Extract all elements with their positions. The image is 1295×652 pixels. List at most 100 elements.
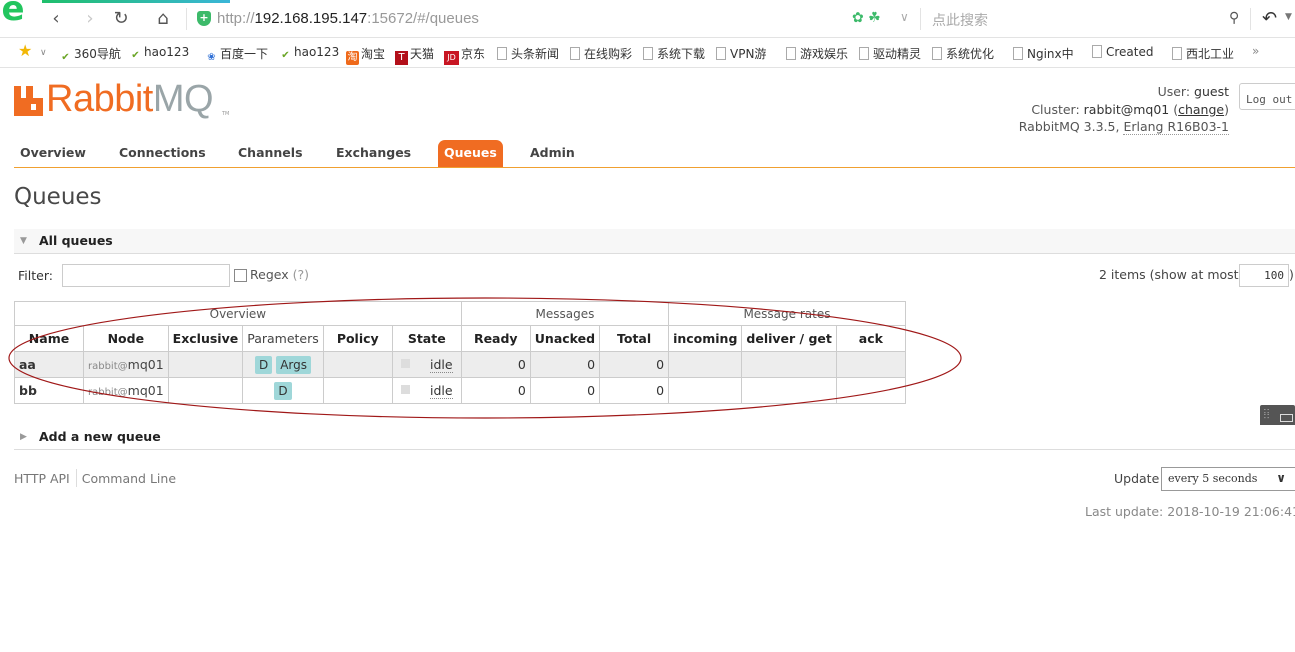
- bookmark-xitong[interactable]: 系统下载: [643, 45, 705, 62]
- col-node[interactable]: Node: [83, 325, 169, 352]
- update-label: Update: [1114, 471, 1160, 486]
- bookmark-toutiao[interactable]: 头条新闻: [497, 45, 559, 62]
- table-row[interactable]: aa rabbit@mq01 D Args idle 0 0 0: [14, 351, 906, 378]
- bookmark-jd[interactable]: JD 京东: [444, 45, 485, 65]
- baidu-paw-icon: ❀: [207, 52, 216, 63]
- queue-name-link[interactable]: bb: [14, 377, 84, 404]
- back-icon[interactable]: ‹: [46, 9, 66, 29]
- col-exclusive[interactable]: Exclusive: [167, 325, 244, 352]
- queue-unacked: 0: [529, 351, 601, 378]
- bookmarks-more-icon[interactable]: »: [1252, 44, 1259, 58]
- search-icon[interactable]: ⚲: [1229, 10, 1239, 26]
- bookmark-hao123-2[interactable]: ✔ hao123: [279, 45, 339, 63]
- tab-channels[interactable]: Channels: [232, 140, 309, 167]
- regex-help-link[interactable]: (?): [293, 267, 309, 282]
- bookmark-360[interactable]: ✔ 360导航: [59, 45, 121, 65]
- add-queue-section-toggle[interactable]: ▶ Add a new queue: [14, 425, 1295, 450]
- bookmark-label: 百度一下: [220, 47, 269, 61]
- col-unacked[interactable]: Unacked: [529, 325, 601, 352]
- col-deliver-get[interactable]: deliver / get: [741, 325, 837, 352]
- bookmark-label: hao123: [144, 45, 190, 59]
- regex-label: Regex (?): [250, 267, 309, 282]
- regex-checkbox[interactable]: [234, 269, 247, 282]
- favorites-star-icon[interactable]: ★: [18, 41, 32, 60]
- queue-deliver-get: [741, 377, 837, 404]
- update-interval-select[interactable]: every 5 seconds ∨: [1161, 467, 1295, 491]
- tab-overview[interactable]: Overview: [14, 140, 92, 167]
- home-icon[interactable]: ⌂: [153, 9, 173, 29]
- filter-label: Filter:: [18, 268, 53, 283]
- divider: [75, 469, 77, 487]
- bookmark-tmall[interactable]: T 天猫: [395, 45, 434, 65]
- bookmark-label: 天猫: [410, 47, 435, 61]
- bookmark-qudong[interactable]: 驱动精灵: [859, 45, 921, 62]
- filter-input[interactable]: [62, 264, 230, 287]
- queue-exclusive: [167, 351, 244, 378]
- bookmark-youhua[interactable]: 系统优化: [932, 45, 994, 62]
- search-input[interactable]: 点此搜索: [932, 10, 988, 30]
- speed-mode-icons[interactable]: ✿ ☘: [852, 10, 881, 26]
- node-name: mq01: [127, 357, 164, 372]
- bookmark-label: 系统优化: [946, 47, 995, 61]
- tab-queues[interactable]: Queues: [438, 140, 503, 167]
- reload-icon[interactable]: ↻: [111, 9, 131, 29]
- max-items-input[interactable]: 100: [1239, 264, 1289, 287]
- queue-name-link[interactable]: aa: [14, 351, 84, 378]
- tab-admin[interactable]: Admin: [524, 140, 581, 167]
- queue-total: 0: [599, 377, 670, 404]
- address-bar[interactable]: http://192.168.195.147:15672/#/queues: [217, 10, 479, 27]
- table-row[interactable]: bb rabbit@mq01 D idle 0 0 0: [14, 377, 906, 404]
- all-queues-section-toggle[interactable]: ▼ All queues: [14, 229, 1295, 254]
- active-tab-indicator[interactable]: [42, 0, 230, 3]
- bookmark-label: 驱动精灵: [873, 47, 922, 61]
- user-label: User:: [1157, 84, 1191, 99]
- change-cluster-link[interactable]: change: [1178, 102, 1224, 117]
- bookmark-taobao[interactable]: 淘淘宝: [346, 45, 385, 65]
- col-policy[interactable]: Policy: [322, 325, 393, 352]
- keyboard-glyph-icon: [1280, 414, 1293, 422]
- page-title: Queues: [14, 184, 102, 210]
- col-parameters: Parameters: [242, 325, 324, 352]
- tab-strip: [42, 0, 1295, 4]
- update-interval-value: every 5 seconds: [1168, 472, 1258, 485]
- col-state[interactable]: State: [391, 325, 462, 352]
- bookmark-youxi[interactable]: 游戏娱乐: [786, 45, 848, 62]
- col-total[interactable]: Total: [599, 325, 670, 352]
- user-name: guest: [1194, 84, 1229, 99]
- bookmark-caipiao[interactable]: 在线购彩: [570, 45, 632, 62]
- secure-shield-icon[interactable]: +: [197, 11, 211, 26]
- bookmark-hao123[interactable]: ✔ hao123: [129, 45, 189, 63]
- bookmark-xibei[interactable]: 西北工业: [1172, 45, 1234, 62]
- section-title: All queues: [39, 233, 113, 248]
- favorites-dropdown-icon[interactable]: ∨: [40, 48, 47, 58]
- undo-dropdown-icon[interactable]: ▼: [1285, 12, 1292, 22]
- bookmarks-bar: ★ ∨ ✔ 360导航 ✔ hao123 ❀ 百度一下 ✔ hao123 淘淘宝 T 天猫…: [0, 38, 1295, 68]
- cluster-label: Cluster:: [1031, 101, 1080, 117]
- logout-button[interactable]: Log out: [1239, 83, 1295, 110]
- col-ready[interactable]: Ready: [460, 325, 531, 352]
- queue-state: idle: [391, 351, 462, 378]
- forward-icon[interactable]: ›: [80, 9, 100, 29]
- col-ack[interactable]: ack: [835, 325, 906, 352]
- bookmark-nginx[interactable]: Nginx中: [1013, 45, 1074, 62]
- bookmark-vpn[interactable]: VPN游: [716, 45, 766, 62]
- queue-parameters: D Args: [242, 351, 324, 378]
- tab-exchanges[interactable]: Exchanges: [330, 140, 417, 167]
- tab-connections[interactable]: Connections: [113, 140, 212, 167]
- expand-triangle-icon: ▶: [20, 432, 27, 442]
- command-line-link[interactable]: Command Line: [82, 471, 176, 486]
- divider: [14, 449, 1295, 450]
- group-messages: Messages: [460, 301, 670, 326]
- bookmark-baidu[interactable]: ❀ 百度一下: [205, 45, 268, 65]
- tmall-icon: T: [395, 51, 408, 65]
- col-name[interactable]: Name: [14, 325, 84, 352]
- bookmark-label: 游戏娱乐: [800, 47, 849, 61]
- bookmark-label: 西北工业: [1186, 47, 1235, 61]
- bookmark-created[interactable]: Created: [1092, 45, 1154, 59]
- col-incoming[interactable]: incoming: [668, 325, 743, 352]
- address-dropdown-icon[interactable]: ∨: [900, 10, 909, 24]
- last-update: Last update: 2018-10-19 21:06:41: [1085, 504, 1295, 519]
- http-api-link[interactable]: HTTP API: [14, 471, 70, 486]
- undo-icon[interactable]: ↶: [1262, 8, 1277, 29]
- queue-node: rabbit@mq01: [83, 351, 169, 378]
